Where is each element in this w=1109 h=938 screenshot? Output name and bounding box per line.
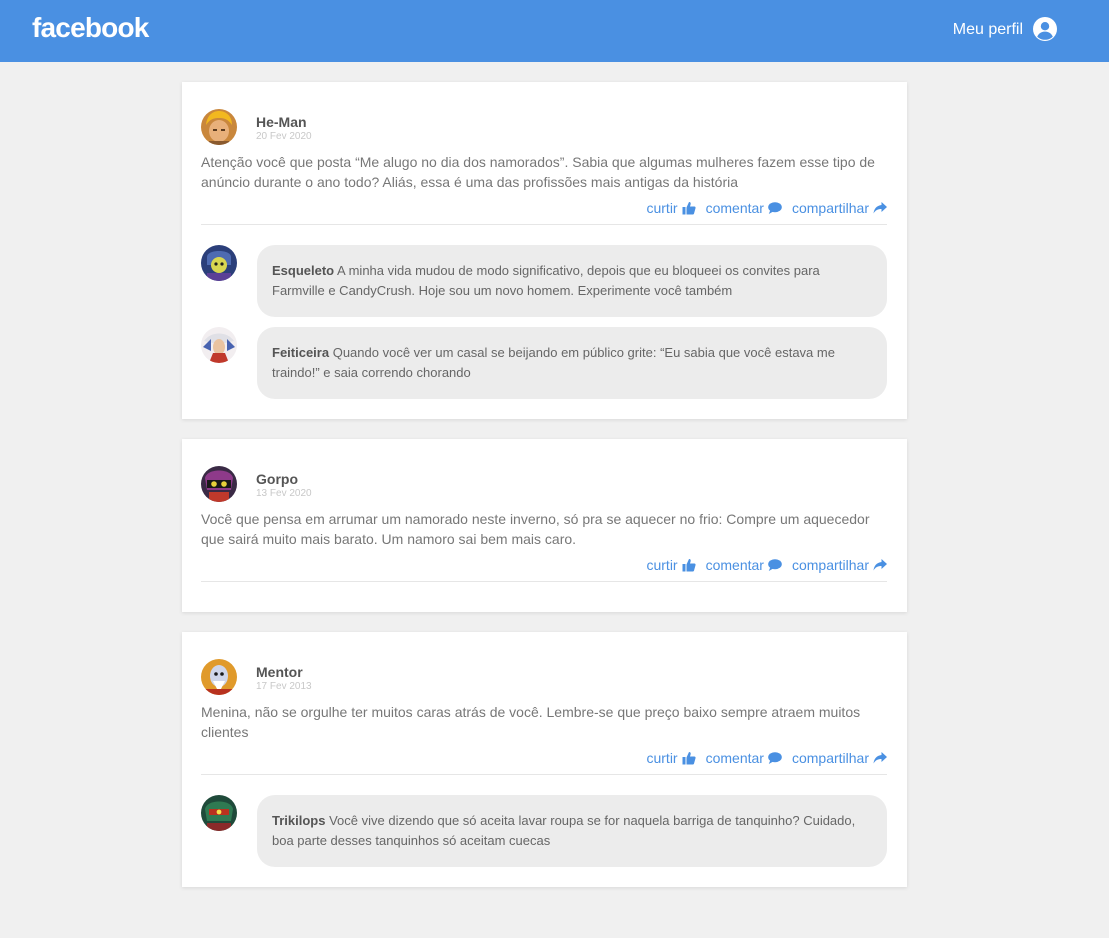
comment-button[interactable]: comentar [706,750,782,766]
post-card: He-Man 20 Fev 2020 Atenção você que post… [182,82,907,419]
post-content: Você que pensa em arrumar um namorado ne… [201,511,870,547]
comment-author[interactable]: Esqueleto [272,263,334,278]
facebook-logo[interactable]: facebook [32,12,149,44]
comment-item: Feiticeira Quando você ver um casal se b… [201,327,887,399]
share-label: compartilhar [791,750,869,766]
post-meta: Mentor 17 Fev 2013 [256,659,312,693]
post-author[interactable]: Mentor [256,664,312,680]
speech-bubble-icon [768,202,782,214]
comment-bubble: Feiticeira Quando você ver um casal se b… [257,327,887,399]
post-meta: Gorpo 13 Fev 2020 [256,466,312,500]
comment-button[interactable]: comentar [706,557,782,573]
post-actions: curtir comentar compartilhar [201,750,887,775]
thumbs-up-icon [682,202,696,215]
share-button[interactable]: compartilhar [792,750,887,766]
post-header: He-Man 20 Fev 2020 [201,109,887,145]
comment-label: comentar [705,200,764,216]
post-meta: He-Man 20 Fev 2020 [256,109,312,143]
share-arrow-icon [873,559,887,571]
post-actions: curtir comentar compartilhar [201,200,887,225]
comments-section: Trikilops Você vive dizendo que só aceit… [201,795,887,867]
like-label: curtir [646,200,678,216]
avatar[interactable] [201,245,237,281]
share-arrow-icon [873,752,887,764]
comment-item: Esqueleto A minha vida mudou de modo sig… [201,245,887,317]
like-label: curtir [646,557,678,573]
speech-bubble-icon [768,559,782,571]
comment-text: Quando você ver um casal se beijando em … [272,345,835,380]
post-card: Gorpo 13 Fev 2020 Você que pensa em arru… [182,439,907,612]
avatar[interactable] [201,466,237,502]
speech-bubble-icon [768,752,782,764]
post-date: 13 Fev 2020 [256,488,312,499]
post-content: Atenção você que posta “Me alugo no dia … [201,154,875,190]
post-actions: curtir comentar compartilhar [201,557,887,582]
post-content: Menina, não se orgulhe ter muitos caras … [201,704,861,740]
share-label: compartilhar [791,200,869,216]
share-button[interactable]: compartilhar [792,200,887,216]
comment-bubble: Esqueleto A minha vida mudou de modo sig… [257,245,887,317]
share-button[interactable]: compartilhar [792,557,887,573]
my-profile-label: Meu perfil [952,21,1023,38]
comments-section: Esqueleto A minha vida mudou de modo sig… [201,245,887,399]
avatar[interactable] [201,795,237,831]
comment-text: A minha vida mudou de modo significativo… [272,263,820,298]
comment-item: Trikilops Você vive dizendo que só aceit… [201,795,887,867]
post-card: Mentor 17 Fev 2013 Menina, não se orgulh… [182,632,907,887]
top-navigation-bar: facebook Meu perfil [0,0,1109,62]
like-label: curtir [646,750,678,766]
comment-text: Você vive dizendo que só aceita lavar ro… [272,813,856,848]
comment-label: comentar [705,750,764,766]
comment-bubble: Trikilops Você vive dizendo que só aceit… [257,795,887,867]
my-profile-button[interactable]: Meu perfil [953,17,1057,41]
post-header: Gorpo 13 Fev 2020 [201,466,887,502]
like-button[interactable]: curtir [646,200,696,216]
user-circle-icon [1033,17,1057,41]
share-arrow-icon [873,202,887,214]
share-label: compartilhar [791,557,869,573]
post-date: 17 Fev 2013 [256,681,312,692]
like-button[interactable]: curtir [646,750,696,766]
post-header: Mentor 17 Fev 2013 [201,659,887,695]
thumbs-up-icon [682,752,696,765]
comment-author[interactable]: Trikilops [272,813,325,828]
thumbs-up-icon [682,559,696,572]
comment-author[interactable]: Feiticeira [272,345,329,360]
avatar[interactable] [201,659,237,695]
avatar[interactable] [201,327,237,363]
post-author[interactable]: Gorpo [256,471,312,487]
post-author[interactable]: He-Man [256,114,312,130]
post-date: 20 Fev 2020 [256,131,312,142]
avatar[interactable] [201,109,237,145]
comment-button[interactable]: comentar [706,200,782,216]
comment-label: comentar [705,557,764,573]
news-feed: He-Man 20 Fev 2020 Atenção você que post… [182,82,907,907]
like-button[interactable]: curtir [646,557,696,573]
